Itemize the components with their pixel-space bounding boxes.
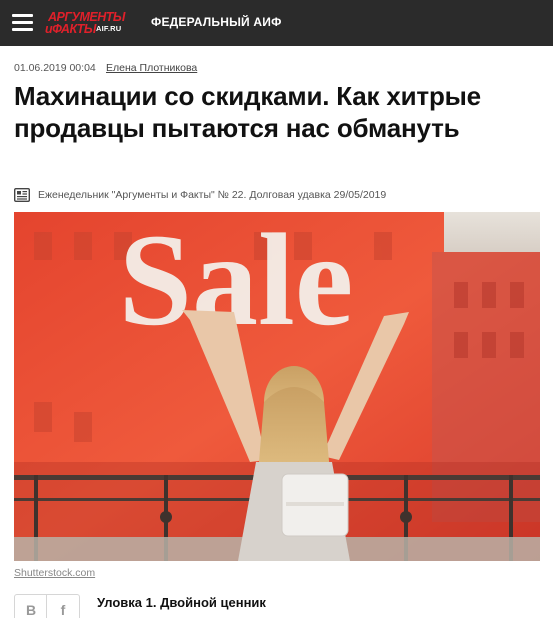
- article-meta: 01.06.2019 00:04 Елена Плотникова: [14, 62, 197, 74]
- newspaper-icon: [14, 188, 30, 202]
- hamburger-menu-icon[interactable]: [12, 13, 33, 33]
- author-link[interactable]: Елена Плотникова: [106, 62, 197, 74]
- article-photo: Sale: [14, 212, 540, 561]
- vk-icon: В: [25, 602, 37, 618]
- top-bar: АРГУМЕНТЫ иФАКТЫ AIF.RU ФЕДЕРАЛЬНЫЙ АИФ: [0, 0, 553, 46]
- publish-date: 01.06.2019 00:04: [14, 62, 96, 74]
- vk-share-button[interactable]: В: [15, 595, 47, 618]
- photo-credit-link[interactable]: Shutterstock.com: [14, 567, 95, 579]
- logo-domain: AIF.RU: [96, 24, 122, 33]
- logo-line2: иФАКТЫ: [45, 22, 96, 36]
- facebook-share-button[interactable]: f: [47, 595, 79, 618]
- article-title: Махинации со скидками. Как хитрые продав…: [14, 81, 481, 143]
- sale-photo-illustration: Sale: [14, 212, 540, 561]
- facebook-icon: f: [60, 602, 66, 618]
- section-subheading: Уловка 1. Двойной ценник: [97, 595, 266, 610]
- site-logo[interactable]: АРГУМЕНТЫ иФАКТЫ AIF.RU: [44, 9, 130, 37]
- section-link[interactable]: ФЕДЕРАЛЬНЫЙ АИФ: [151, 15, 282, 29]
- issue-link[interactable]: Еженедельник "Аргументы и Факты" № 22. Д…: [38, 189, 386, 201]
- share-buttons: В f: [14, 594, 80, 618]
